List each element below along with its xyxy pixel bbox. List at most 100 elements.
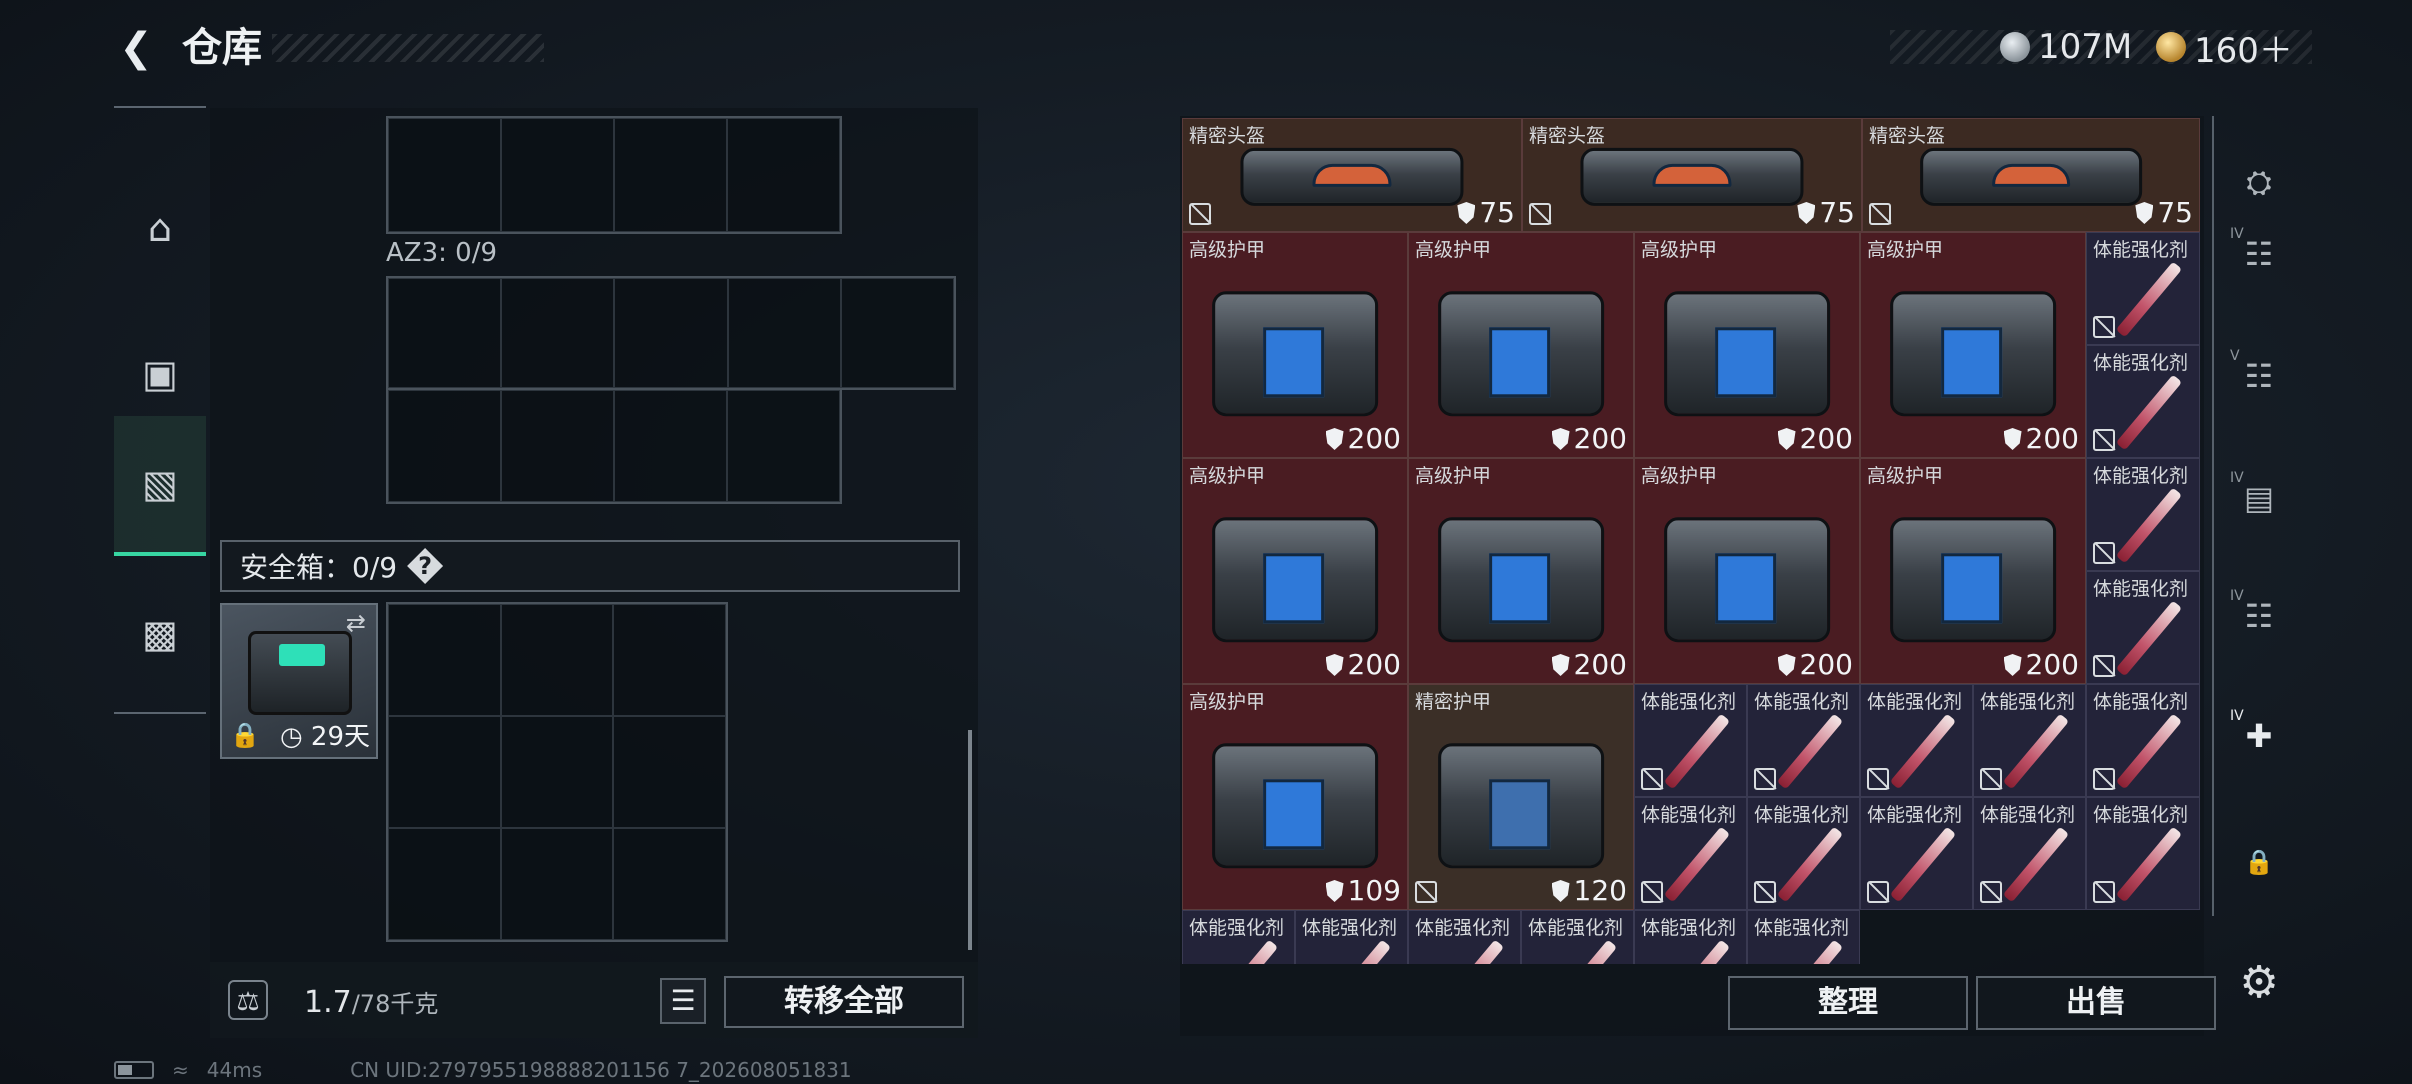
storage-item-buff[interactable]: 体能强化剂	[1747, 684, 1860, 797]
storage-item-buff[interactable]: 体能强化剂	[1634, 910, 1747, 964]
storage-item-buff[interactable]: 体能强化剂	[2086, 345, 2200, 458]
tab-backpack[interactable]: ▧	[114, 416, 206, 556]
item-name: 精密护甲	[1415, 691, 1492, 713]
no-insure-icon	[1641, 768, 1663, 790]
storage-item-armor[interactable]: 高级护甲 200	[1860, 458, 2086, 684]
container-grid-top[interactable]	[386, 116, 842, 234]
storage-item-armor[interactable]: 高级护甲 200	[1860, 232, 2086, 458]
gold-coin-icon	[2156, 32, 2186, 62]
shield-icon	[1551, 880, 1570, 902]
storage-item-armor[interactable]: 高级护甲 200	[1182, 458, 1408, 684]
storage-item-helmet[interactable]: 精密头盔 75	[1862, 118, 2200, 232]
list-view-button[interactable]: ☰	[660, 978, 706, 1024]
no-insure-icon	[1415, 881, 1437, 903]
storage-item-buff[interactable]: 体能强化剂	[1747, 797, 1860, 910]
storage-item-buff[interactable]: 体能强化剂	[1408, 910, 1521, 964]
storage-item-buff[interactable]: 体能强化剂	[2086, 684, 2200, 797]
storage-item-armor[interactable]: 高级护甲 200	[1182, 232, 1408, 458]
currency-silver[interactable]: 107M	[2000, 26, 2132, 68]
left-scrollbar[interactable]	[968, 730, 972, 950]
storage-item-armor[interactable]: 高级护甲 200	[1408, 458, 1634, 684]
syringe-image	[1211, 939, 1278, 964]
syringe-image	[2115, 487, 2183, 564]
storage-tab-5[interactable]: IV ☷	[2224, 586, 2294, 646]
storage-item-helmet[interactable]: 精密头盔 75	[1182, 118, 1522, 232]
helmet-slot-icon: ⛭	[2246, 162, 2272, 201]
help-icon[interactable]: ?	[407, 548, 444, 584]
back-button[interactable]: ❮	[112, 24, 160, 72]
az3-grid-row2[interactable]	[386, 388, 842, 504]
silver-coin-icon	[2000, 32, 2030, 62]
shield-icon	[2003, 428, 2022, 450]
storage-grid: 精密头盔 75 精密头盔 75 精密头盔 75 高级护甲 200 高级护甲 20…	[1182, 118, 2200, 964]
storage-item-buff[interactable]: 体能强化剂	[2086, 458, 2200, 571]
az3-grid-row1[interactable]	[386, 276, 956, 390]
storage-tab-1[interactable]: ⛭	[2224, 152, 2294, 212]
storage-item-buff[interactable]: 体能强化剂	[2086, 797, 2200, 910]
storage-item-armor[interactable]: 高级护甲 200	[1634, 458, 1860, 684]
safebox-grid[interactable]	[386, 602, 728, 942]
storage-item-precision-armor[interactable]: 精密护甲 120	[1408, 684, 1634, 910]
storage-item-helmet[interactable]: 精密头盔 75	[1522, 118, 1862, 232]
weight-max: /78千克	[351, 990, 439, 1018]
pistol-icon: ⌂	[147, 206, 173, 250]
syringe-image	[1437, 939, 1504, 964]
battery-icon	[114, 1061, 154, 1079]
storage-item-armor[interactable]: 高级护甲 200	[1408, 232, 1634, 458]
organize-button[interactable]: 整理	[1728, 976, 1968, 1030]
syringe-image	[1324, 939, 1391, 964]
durability-value: 200	[1347, 648, 1401, 681]
item-name: 体能强化剂	[2093, 465, 2189, 487]
lock-icon: 🔒	[2244, 848, 2274, 876]
storage-tab-add[interactable]: IV ✚	[2224, 706, 2294, 766]
storage-item-buff[interactable]: 体能强化剂	[2086, 571, 2200, 684]
storage-item-buff[interactable]: 体能强化剂	[1747, 910, 1860, 964]
safebox-item[interactable]: ⇄ 🔒 ◷ 29天	[220, 603, 378, 759]
currency-value: 160＋	[2194, 30, 2293, 71]
storage-tab-4[interactable]: IV ▤	[2224, 468, 2294, 528]
medkit-slot-icon: ✚	[2245, 717, 2273, 755]
durability-value: 200	[2025, 422, 2079, 455]
armor-image	[1438, 743, 1604, 869]
storage-item-buff[interactable]: 体能强化剂	[2086, 232, 2200, 345]
tab-case[interactable]: ▩	[114, 564, 206, 704]
storage-item-armor-damaged[interactable]: 高级护甲 109	[1182, 684, 1408, 910]
storage-item-buff[interactable]: 体能强化剂	[1295, 910, 1408, 964]
shield-icon	[1457, 202, 1476, 224]
durability: 109	[1325, 874, 1401, 907]
storage-item-armor[interactable]: 高级护甲 200	[1634, 232, 1860, 458]
settings-button[interactable]: ⚙	[2234, 958, 2284, 1008]
storage-item-buff[interactable]: 体能强化剂	[1860, 797, 1973, 910]
shield-icon	[2135, 202, 2154, 224]
uid: CN UID:2797955198888201156 7_20260805183…	[350, 1058, 852, 1082]
storage-item-buff[interactable]: 体能强化剂	[1521, 910, 1634, 964]
shield-icon	[1777, 428, 1796, 450]
sell-button[interactable]: 出售	[1976, 976, 2216, 1030]
storage-item-buff[interactable]: 体能强化剂	[1973, 684, 2086, 797]
tab-weapons[interactable]: ⌂	[114, 158, 206, 298]
storage-item-buff[interactable]: 体能强化剂	[1634, 684, 1747, 797]
title-decoration	[272, 34, 544, 62]
storage-tab-3[interactable]: V ☷	[2224, 346, 2294, 406]
item-name: 体能强化剂	[1641, 691, 1737, 713]
storage-tab-locked[interactable]: 🔒	[2224, 832, 2294, 892]
no-insure-icon	[1754, 768, 1776, 790]
syringe-image	[1663, 713, 1730, 790]
status-bar: ≈ 44ms CN UID:2797955198888201156 7_2026…	[114, 1058, 852, 1082]
storage-item-buff[interactable]: 体能强化剂	[1860, 684, 1973, 797]
storage-item-buff[interactable]: 体能强化剂	[1634, 797, 1747, 910]
storage-item-buff[interactable]: 体能强化剂	[1973, 797, 2086, 910]
storage-tab-2[interactable]: IV ☷	[2224, 224, 2294, 284]
storage-item-buff[interactable]: 体能强化剂	[1182, 910, 1295, 964]
durability-value: 200	[2025, 648, 2079, 681]
shield-icon	[1325, 428, 1344, 450]
transfer-all-button[interactable]: 转移全部	[724, 976, 964, 1028]
item-name: 高级护甲	[1189, 691, 1266, 713]
lock-icon: 🔒	[230, 721, 260, 749]
swap-icon[interactable]: ⇄	[346, 609, 366, 637]
shield-icon	[1777, 654, 1796, 676]
item-name: 高级护甲	[1641, 465, 1718, 487]
syringe-image	[2002, 826, 2069, 903]
currency-gold[interactable]: 160＋	[2156, 26, 2293, 71]
az3-label: AZ3: 0/9	[386, 238, 498, 268]
